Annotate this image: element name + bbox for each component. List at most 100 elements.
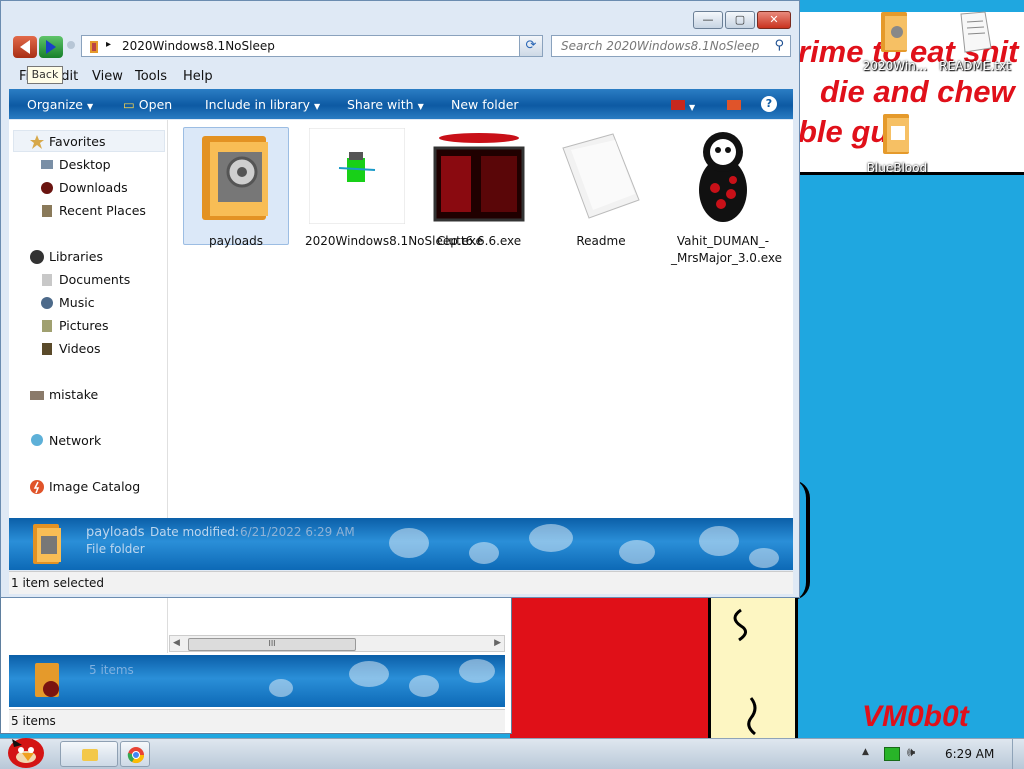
wallpaper-signature: VM0b0t — [862, 700, 969, 733]
explorer-window[interactable]: — ▢ ✕ ▸ 2020Windows8.1NoSleep ▼ ⟳ Search… — [0, 0, 800, 598]
folder-icon — [35, 663, 59, 697]
refresh-button[interactable]: ⟳ — [519, 35, 543, 57]
folder-icon — [202, 136, 268, 220]
include-in-library-label: Include in library — [205, 97, 311, 112]
file-item-2020windows[interactable]: 2020Windows8.1NoSleep.exe — [305, 127, 483, 250]
wallpaper-scribble — [733, 608, 757, 736]
nav-label: Videos — [59, 341, 101, 356]
include-in-library-button[interactable]: Include in library ▼ — [205, 97, 320, 112]
search-box[interactable]: Search 2020Windows8.1NoSleep ⚲ — [551, 35, 791, 57]
folder-icon — [33, 524, 61, 564]
breadcrumb-chevron-icon[interactable]: ▸ — [106, 39, 111, 50]
file-item-mrsmajor[interactable]: Vahit_DUMAN_-_MrsMajor_3.0.exe — [671, 128, 783, 267]
title-bar[interactable]: — ▢ ✕ — [1, 1, 799, 33]
nav-label: Downloads — [59, 180, 128, 195]
network-icon — [31, 434, 43, 446]
taskbar-chrome-button[interactable] — [120, 741, 150, 767]
documents-icon — [42, 274, 52, 286]
folder-icon — [881, 12, 907, 52]
help-icon[interactable]: ? — [761, 96, 777, 112]
address-path[interactable]: 2020Windows8.1NoSleep — [122, 39, 275, 53]
scroll-left-arrow-icon[interactable]: ◀ — [173, 638, 180, 648]
scrollbar-thumb[interactable]: III — [188, 638, 356, 651]
taskbar-explorer-button[interactable] — [60, 741, 118, 767]
back-button[interactable] — [13, 36, 37, 58]
chrome-icon — [127, 747, 145, 764]
desktop-icon-readme[interactable]: README.txt — [935, 10, 1015, 73]
menu-bar: File Edit View Tools Help — [9, 67, 795, 87]
preview-pane-icon — [727, 100, 741, 110]
background-nav-pane — [9, 597, 168, 653]
recent-pages-icon[interactable] — [67, 41, 75, 49]
file-item-clutt[interactable]: Clutt6.6.6.exe — [427, 128, 531, 250]
forward-button[interactable] — [39, 36, 63, 58]
command-bar: Organize ▼ ▭ Open Include in library ▼ S… — [9, 89, 793, 119]
volume-icon[interactable]: 🕪 — [907, 745, 915, 760]
dropdown-arrow-icon: ▼ — [417, 102, 424, 111]
menu-help[interactable]: Help — [183, 69, 213, 84]
pictures-icon — [42, 320, 52, 332]
dropdown-arrow-icon: ▼ — [688, 103, 696, 112]
search-input[interactable]: Search 2020Windows8.1NoSleep — [561, 39, 759, 53]
taskbar-clock[interactable]: 6:29 AM — [945, 747, 994, 761]
scroll-right-arrow-icon[interactable]: ▶ — [494, 638, 501, 648]
background-item-count: 5 items — [89, 663, 134, 677]
network-tray-icon[interactable] — [884, 747, 900, 761]
details-item-name: payloads — [86, 525, 145, 540]
nav-label: Pictures — [59, 318, 109, 333]
wallpaper-red-block — [510, 598, 710, 738]
forward-arrow-icon — [46, 40, 56, 54]
file-item-payloads[interactable]: payloads — [183, 127, 289, 248]
share-with-label: Share with — [347, 97, 414, 112]
open-icon: ▭ — [123, 97, 135, 112]
file-item-readme[interactable]: Readme — [549, 128, 653, 250]
organize-button[interactable]: Organize ▼ — [27, 97, 93, 112]
organize-label: Organize — [27, 97, 83, 112]
wallpaper-yellow-block — [708, 598, 798, 738]
new-folder-button[interactable]: New folder — [451, 97, 519, 112]
background-status-text: 5 items — [11, 714, 56, 728]
details-date-label: Date modified: — [150, 525, 240, 539]
file-name: Clutt6.6.6.exe — [436, 234, 522, 248]
file-name: Vahit_DUMAN_-_MrsMajor_3.0.exe — [671, 234, 783, 265]
user-folder-icon — [30, 391, 44, 400]
close-button[interactable]: ✕ — [757, 11, 791, 29]
recent-places-icon — [42, 205, 52, 217]
desktop-icon-label: BlueBlood — [866, 161, 928, 175]
menu-view[interactable]: View — [92, 69, 123, 84]
libraries-icon — [30, 250, 44, 264]
background-details-pane: 5 items — [9, 655, 505, 707]
taskbar: ▲ 🕪 6:29 AM — [0, 738, 1024, 769]
folder-path-icon — [90, 41, 98, 53]
nav-label: Music — [59, 295, 95, 310]
horizontal-scrollbar[interactable]: ◀ III ▶ — [169, 635, 505, 652]
nav-label: Network — [49, 433, 102, 448]
file-name: 2020Windows8.1NoSleep.exe — [305, 234, 483, 248]
view-options-button[interactable]: ▼ — [671, 98, 695, 113]
share-with-button[interactable]: Share with ▼ — [347, 97, 424, 112]
menu-tools[interactable]: Tools — [135, 69, 167, 84]
search-icon[interactable]: ⚲ — [774, 38, 784, 53]
status-bar: 1 item selected — [9, 571, 793, 594]
desktop-icon-label: README.txt — [939, 59, 1011, 73]
minimize-button[interactable]: — — [693, 11, 723, 29]
start-button-angry-bird-icon[interactable] — [4, 731, 48, 769]
navigation-pane: Favorites Desktop Downloads Recent Place… — [9, 120, 168, 518]
wallpaper-text-line-2: die and chew — [820, 74, 1015, 109]
nav-label: Image Catalog — [49, 479, 141, 494]
address-bar[interactable]: ▸ 2020Windows8.1NoSleep ▼ — [81, 35, 543, 57]
nav-label: Libraries — [49, 249, 103, 264]
open-button[interactable]: ▭ Open — [123, 97, 172, 112]
show-desktop-button[interactable] — [1012, 739, 1024, 769]
open-label: Open — [138, 97, 173, 112]
show-hidden-icons-icon[interactable]: ▲ — [862, 747, 869, 757]
status-text: 1 item selected — [11, 576, 105, 590]
details-item-kind: File folder — [86, 542, 145, 556]
nav-label: Documents — [59, 272, 131, 287]
preview-pane-button[interactable] — [727, 98, 741, 113]
background-explorer-window[interactable]: ◀ III ▶ 5 items 5 items — [0, 596, 512, 734]
maximize-button[interactable]: ▢ — [725, 11, 755, 29]
desktop-icon-blueblood[interactable]: BlueBlood — [857, 112, 937, 175]
desktop-icon-2020win[interactable]: 2020Win... — [855, 10, 935, 73]
document-icon — [562, 133, 640, 219]
